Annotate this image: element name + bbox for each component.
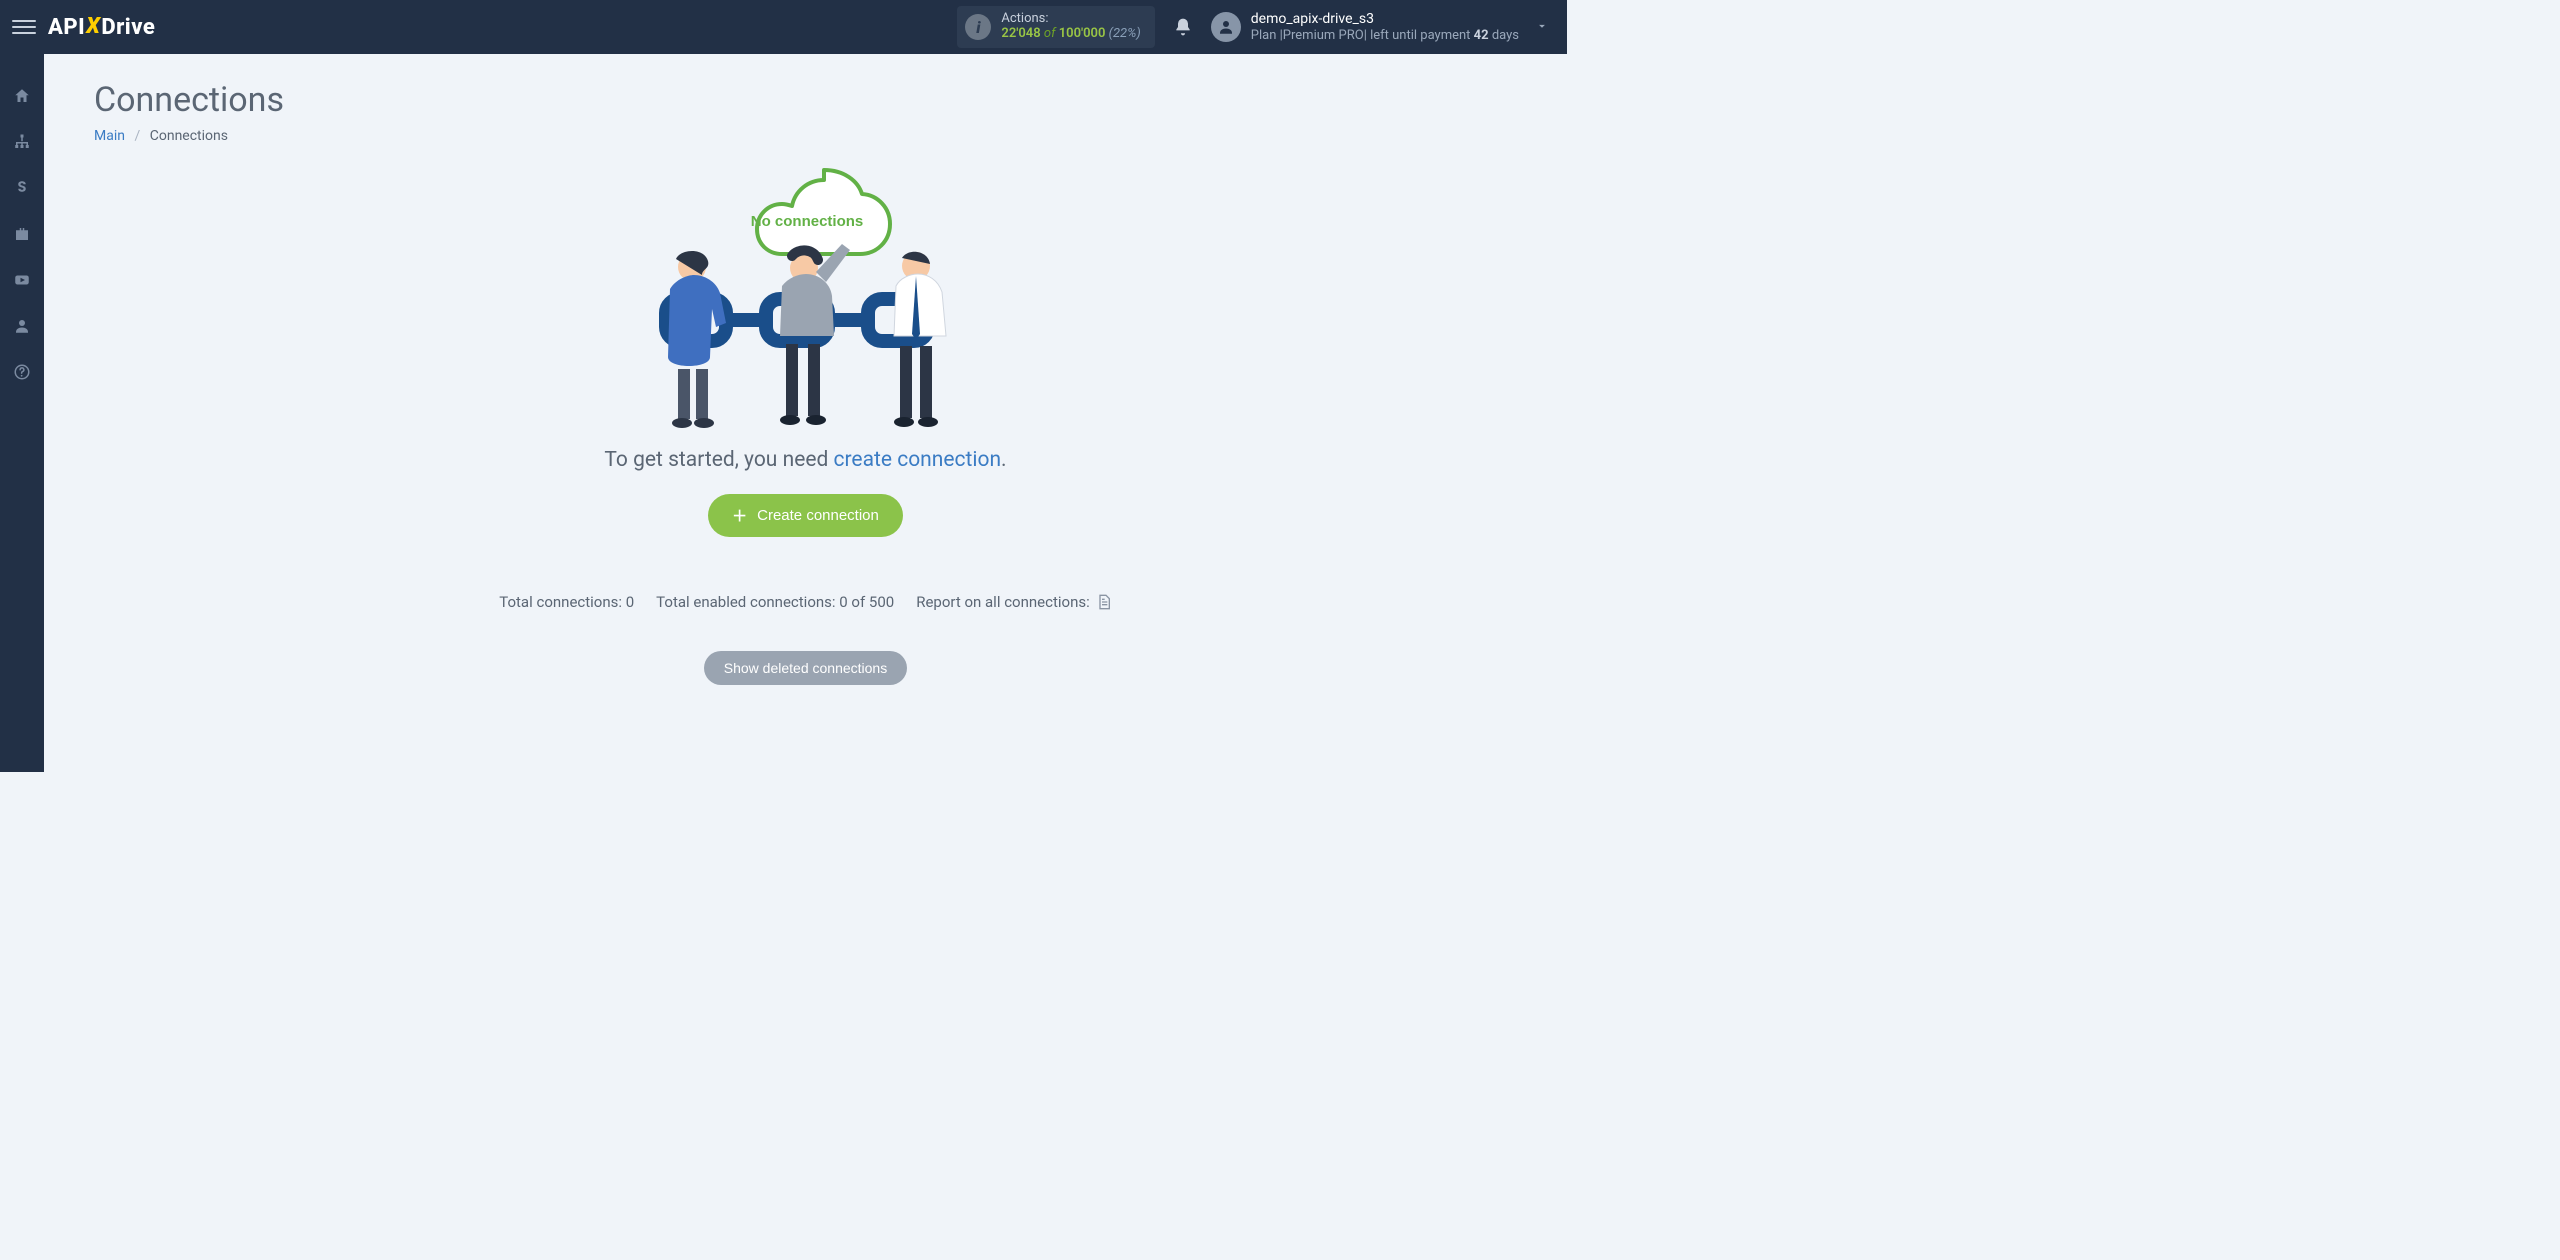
sidebar-item-briefcase[interactable] <box>0 220 44 248</box>
show-deleted-button[interactable]: Show deleted connections <box>704 651 907 685</box>
user-text: demo_apix-drive_s3 Plan |Premium PRO| le… <box>1251 11 1519 43</box>
sidebar-item-help[interactable] <box>0 358 44 386</box>
create-connection-button-label: Create connection <box>757 507 879 524</box>
breadcrumb-separator: / <box>134 128 140 144</box>
stats-row: Total connections: 0 Total enabled conne… <box>94 593 1517 611</box>
user-menu-caret[interactable] <box>1529 18 1555 37</box>
plus-icon: ＋ <box>732 505 747 526</box>
stat-total: Total connections: 0 <box>499 593 634 611</box>
page-title: Connections <box>94 80 1517 120</box>
stat-report: Report on all connections: <box>916 593 1112 611</box>
create-connection-button[interactable]: ＋ Create connection <box>708 494 903 537</box>
sidebar-item-connections[interactable] <box>0 128 44 156</box>
document-icon[interactable] <box>1096 593 1112 611</box>
notifications-button[interactable] <box>1173 17 1193 37</box>
actions-percent: (22%) <box>1109 26 1141 41</box>
sidebar-item-home[interactable] <box>0 82 44 110</box>
breadcrumb: Main / Connections <box>94 128 1517 144</box>
sidebar <box>0 54 44 772</box>
sidebar-item-account[interactable] <box>0 312 44 340</box>
actions-text: Actions: 22'048 of 100'000 (22%) <box>1001 12 1140 42</box>
create-connection-link[interactable]: create connection <box>834 448 1002 472</box>
stat-enabled: Total enabled connections: 0 of 500 <box>656 593 894 611</box>
user-plan: Plan |Premium PRO| left until payment 42… <box>1251 28 1519 44</box>
actions-total: 100'000 <box>1059 26 1106 41</box>
empty-illustration: No connections <box>636 164 976 444</box>
actions-of: of <box>1044 26 1056 41</box>
breadcrumb-main-link[interactable]: Main <box>94 128 125 144</box>
sidebar-item-video[interactable] <box>0 266 44 294</box>
menu-toggle-button[interactable] <box>12 15 36 39</box>
topbar: APIXDrive i Actions: 22'048 of 100'000 (… <box>0 0 1567 54</box>
user-avatar-icon <box>1211 12 1241 42</box>
user-menu[interactable]: demo_apix-drive_s3 Plan |Premium PRO| le… <box>1211 11 1519 43</box>
logo[interactable]: APIXDrive <box>48 15 155 40</box>
empty-state: No connections <box>94 164 1517 685</box>
sidebar-item-billing[interactable] <box>0 174 44 202</box>
main-content: Connections Main / Connections No connec… <box>44 54 1567 772</box>
logo-part-api: API <box>48 15 85 40</box>
user-name: demo_apix-drive_s3 <box>1251 11 1519 28</box>
logo-part-x: X <box>86 14 100 39</box>
actions-usage-box[interactable]: i Actions: 22'048 of 100'000 (22%) <box>957 6 1154 48</box>
breadcrumb-current: Connections <box>150 128 228 144</box>
actions-used: 22'048 <box>1001 26 1040 41</box>
logo-part-drive: Drive <box>101 15 155 40</box>
empty-lead-text: To get started, you need create connecti… <box>94 448 1517 472</box>
actions-label: Actions: <box>1001 12 1140 27</box>
info-icon: i <box>965 14 991 40</box>
cloud-text: No connections <box>750 213 863 230</box>
report-label: Report on all connections: <box>916 593 1090 611</box>
